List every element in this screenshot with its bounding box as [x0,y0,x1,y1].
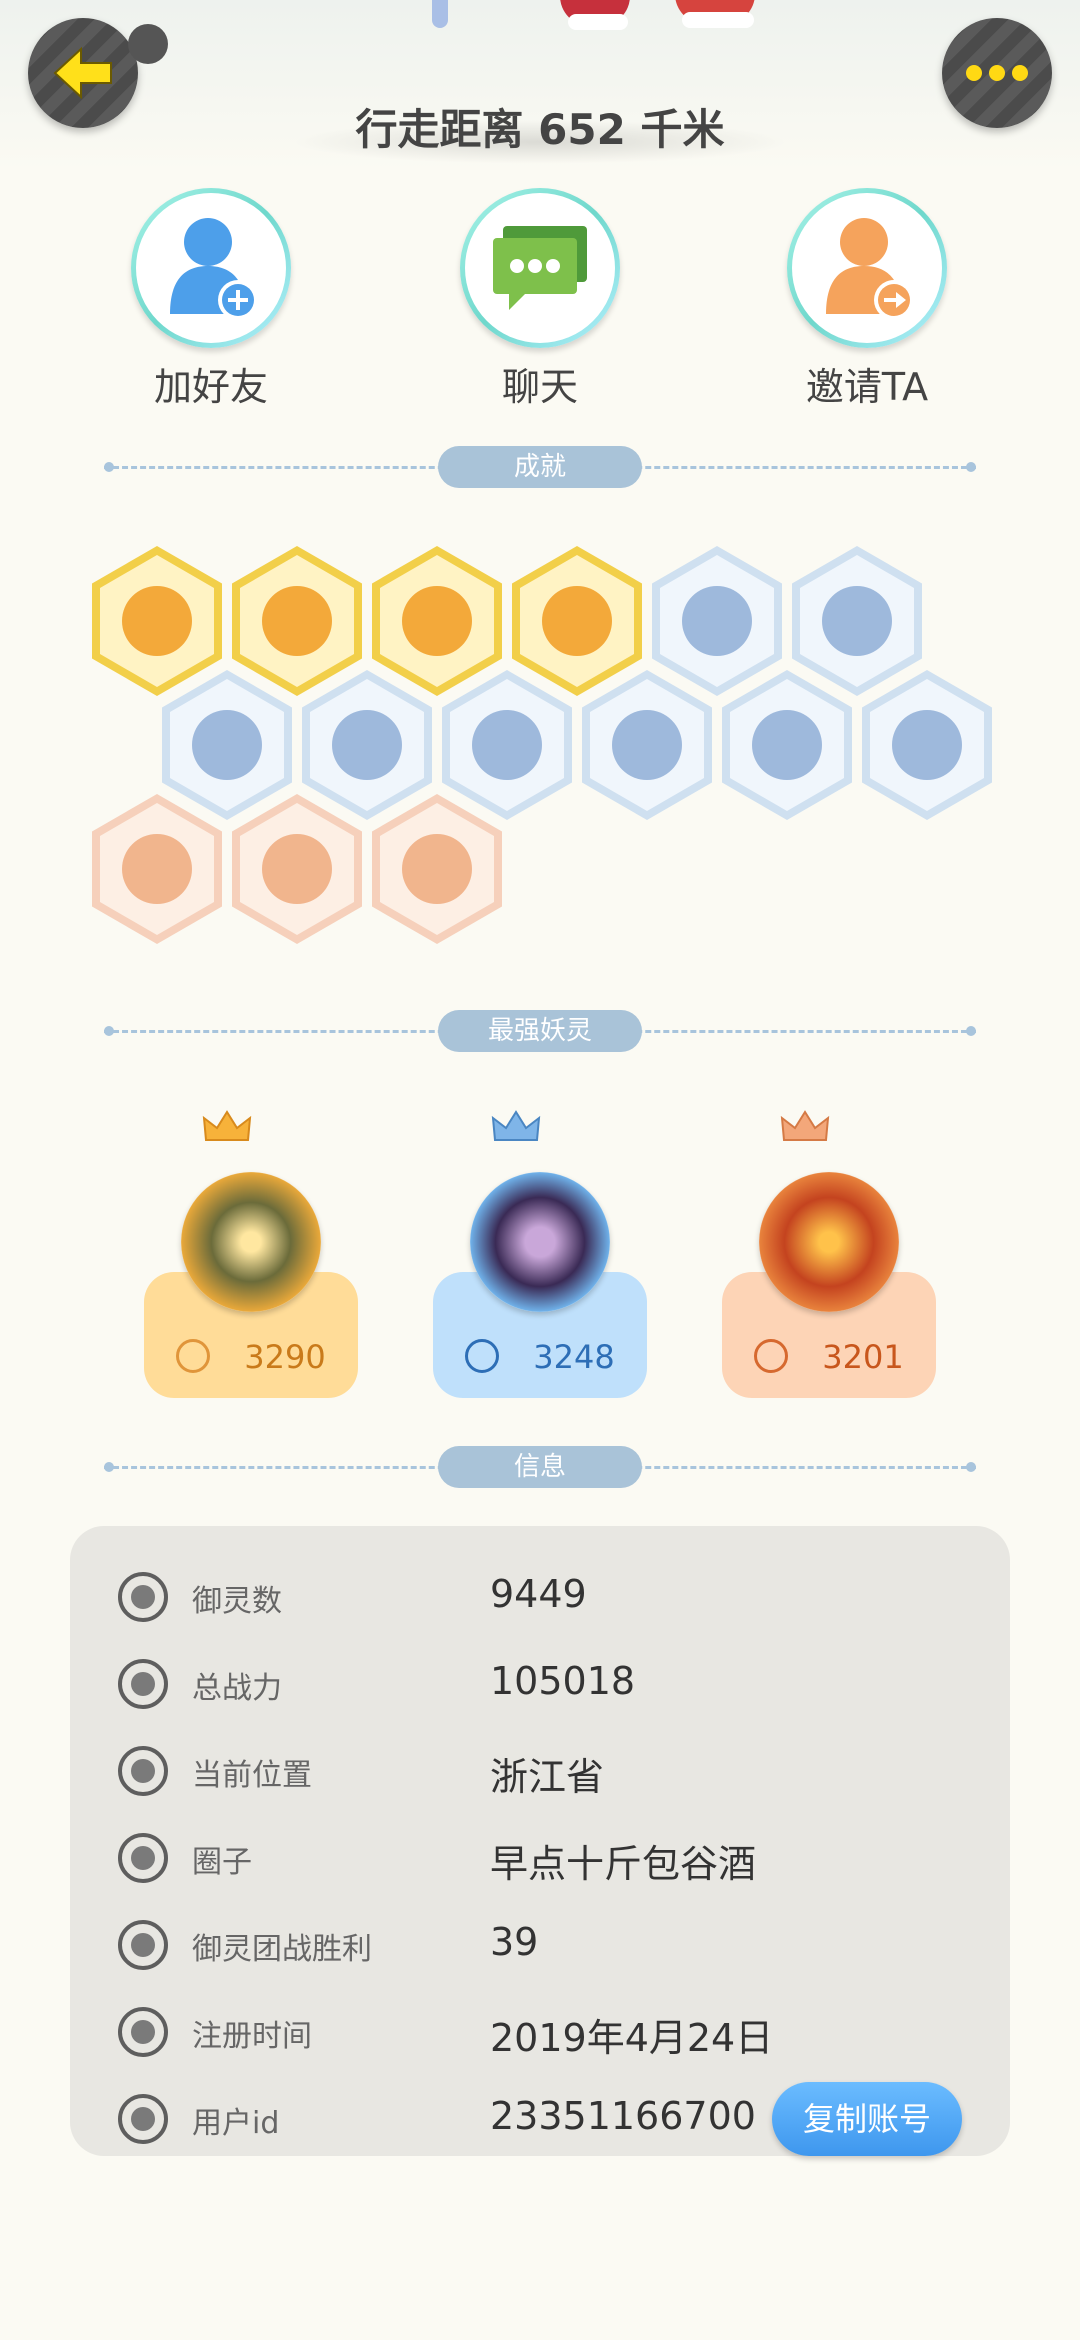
info-header: 信息 [104,1446,976,1488]
spirit-avatar-1 [181,1172,321,1312]
add-friend-icon [170,218,258,320]
sword-icon [118,1659,168,1709]
info-label: 御灵团战胜利 [192,1932,372,1967]
info-value[interactable]: 早点十斤包谷酒 [490,1833,756,1888]
invite-button[interactable]: 邀请TA [782,188,952,411]
achievements-title: 成就 [438,446,642,488]
invite-icon [826,218,914,320]
info-label: 用户id [192,2106,280,2141]
yinyang-badge[interactable] [582,670,712,820]
info-label: 当前位置 [192,1758,312,1793]
strongest-spirits-header: 最强妖灵 [104,1010,976,1052]
spirit-avatar-2 [470,1172,610,1312]
bun-badge[interactable] [232,546,362,696]
crystal-badge[interactable] [302,670,432,820]
power-icon [754,1339,789,1373]
location-pin-icon [118,1746,168,1796]
horned-spirit-badge[interactable] [372,794,502,944]
spirit-power-3: 3201 [822,1338,904,1376]
fox-flower-badge[interactable] [512,546,642,696]
chat-bubble-icon [493,226,587,310]
info-row-spirit-count: 御灵数 9449 [70,1566,1010,1630]
spirit-power-2: 3248 [533,1338,615,1376]
strongest-spirits-title: 最强妖灵 [438,1010,642,1052]
power-icon [176,1339,211,1373]
circle-group-icon [118,1833,168,1883]
add-friend-label: 加好友 [153,365,268,409]
info-row-team-wins: 御灵团战胜利 39 [70,1914,1010,1978]
info-row-user-id: 用户id 23351166700 复制账号 [70,2082,1010,2156]
chat-label: 聊天 [501,365,578,409]
character-feet [560,0,770,32]
walk-distance: 行走距离 652 千米 [355,105,725,154]
info-value: 9449 [490,1572,587,1616]
silver-crown-icon [491,1110,541,1141]
magnifier-badge[interactable] [792,546,922,696]
fish-spirit-badge[interactable] [722,670,852,820]
info-label: 总战力 [192,1671,282,1706]
info-row-register-date: 注册时间 2019年4月24日 [70,2001,1010,2065]
spirit-figure-badge[interactable] [442,670,572,820]
info-label: 注册时间 [192,2019,312,2054]
character-tail [432,0,448,28]
info-title: 信息 [438,1446,642,1488]
spirit-count-icon [118,1572,168,1622]
spirit-power-1: 3290 [244,1338,326,1376]
info-label: 圈子 [192,1845,252,1880]
chat-button[interactable]: 聊天 [455,188,625,411]
add-friend-button[interactable]: 加好友 [126,188,296,411]
info-value: 浙江省 [490,1755,605,1799]
info-value: 2019年4月24日 [490,2016,774,2060]
info-value: 105018 [490,1659,636,1703]
arrow-left-icon [53,46,112,100]
info-panel: 御灵数 9449 总战力 105018 当前位置 浙江省 圈子 早点十斤包谷酒 … [70,1526,1010,2156]
clock-icon [118,2007,168,2057]
book-fox-badge[interactable] [862,670,992,820]
invite-label: 邀请TA [805,365,929,409]
info-value: 39 [490,1920,539,1964]
power-icon [465,1339,500,1373]
gold-crown-icon [202,1110,252,1141]
more-dots-icon [966,65,1028,81]
info-value: 23351166700 [490,2094,756,2138]
swirl-orb-badge[interactable] [372,546,502,696]
info-row-circle[interactable]: 圈子 早点十斤包谷酒 [70,1827,1010,1891]
bronze-crown-icon [780,1110,830,1141]
spirit-avatar-3 [759,1172,899,1312]
moon-orb-badge[interactable] [162,670,292,820]
cat-moon-badge[interactable] [92,546,222,696]
copy-account-button[interactable]: 复制账号 [772,2082,962,2156]
stroller-cat-badge[interactable] [92,794,222,944]
scroll-badge[interactable] [232,794,362,944]
sneaker-badge[interactable] [652,546,782,696]
id-card-icon [118,2094,168,2144]
info-row-location: 当前位置 浙江省 [70,1740,1010,1804]
info-row-total-power: 总战力 105018 [70,1653,1010,1717]
achievements-header: 成就 [104,446,976,488]
anchor-icon [118,1920,168,1970]
info-label: 御灵数 [192,1584,282,1619]
